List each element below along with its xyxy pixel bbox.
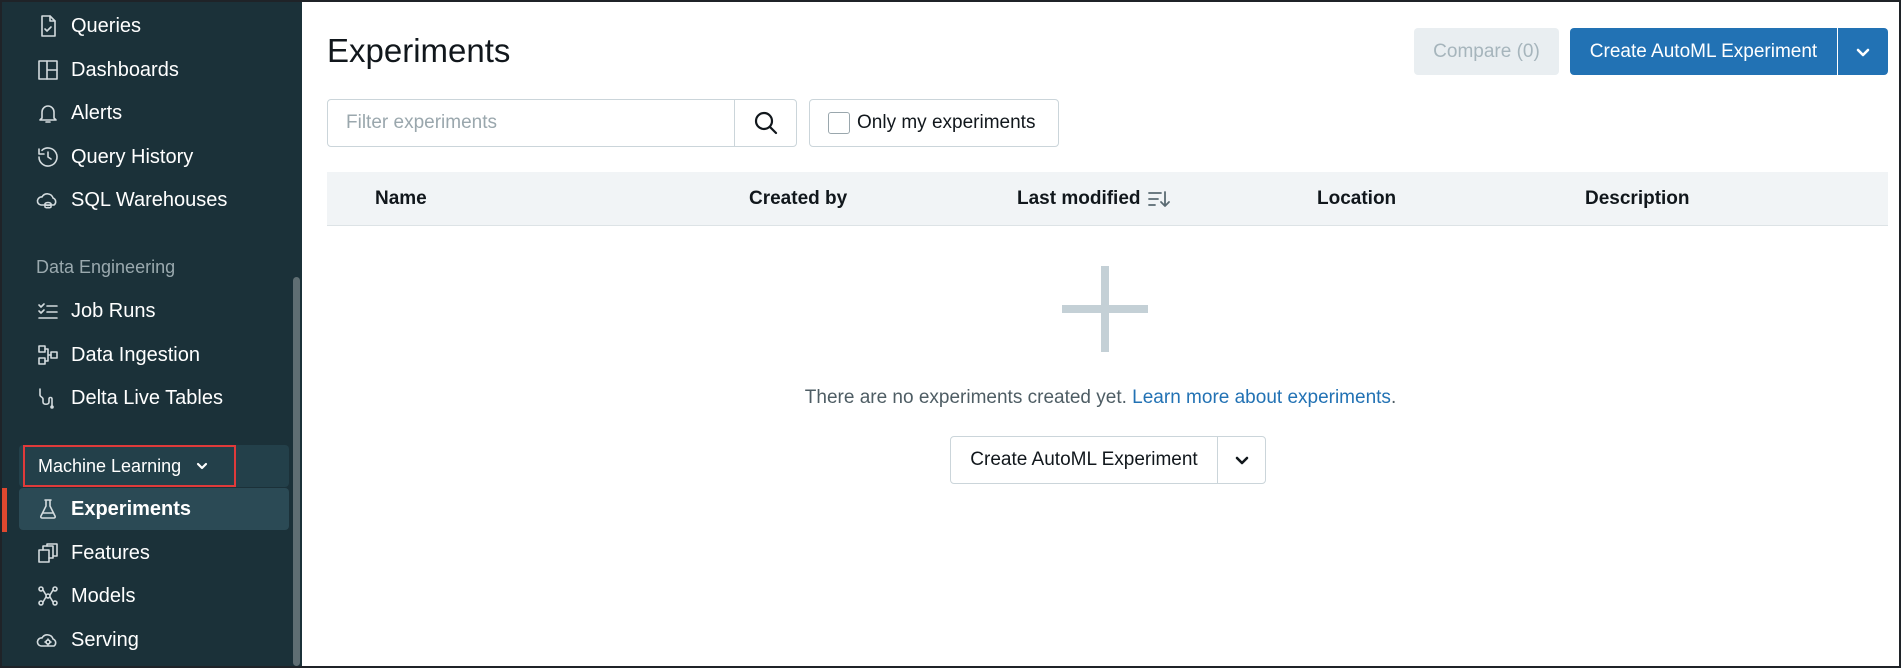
- sidebar-item-label: Experiments: [71, 497, 192, 520]
- dashboards-icon: [35, 57, 61, 83]
- sidebar-item-label: Job Runs: [71, 299, 156, 322]
- sidebar-item-job-runs[interactable]: Job Runs: [19, 290, 289, 332]
- section-header-label: Machine Learning: [38, 455, 182, 476]
- bell-icon: [35, 100, 61, 126]
- sidebar-item-sql-warehouses[interactable]: SQL Warehouses: [19, 179, 289, 221]
- plus-icon: [1062, 266, 1148, 352]
- only-my-experiments-label: Only my experiments: [857, 112, 1036, 133]
- learn-more-period: .: [1390, 387, 1397, 408]
- create-automl-split-button: Create AutoML Experiment: [1570, 28, 1888, 75]
- empty-create-automl-split-button: Create AutoML Experiment: [950, 436, 1266, 484]
- active-marker: [2, 488, 7, 532]
- create-automl-dropdown-button[interactable]: [1838, 28, 1888, 75]
- flask-icon: [35, 496, 61, 522]
- sidebar-item-label: Queries: [71, 14, 142, 37]
- column-header-created-by[interactable]: Created by: [749, 172, 847, 226]
- serving-icon: [35, 627, 61, 653]
- section-header-machine-learning: Machine Learning: [19, 445, 289, 487]
- sidebar-scrollbar[interactable]: [290, 2, 302, 666]
- filter-experiments-input[interactable]: [328, 100, 734, 146]
- page-title: Experiments: [327, 32, 511, 69]
- sort-descending-icon[interactable]: [1147, 188, 1171, 210]
- sidebar-item-label: Alerts: [71, 101, 123, 124]
- job-runs-icon: [35, 298, 61, 324]
- sidebar-item-label: Query History: [71, 145, 194, 168]
- column-header-location[interactable]: Location: [1317, 172, 1396, 226]
- sidebar-scrollbar-thumb[interactable]: [293, 277, 300, 666]
- search-button[interactable]: [734, 100, 796, 146]
- sidebar-item-label: SQL Warehouses: [71, 188, 228, 211]
- learn-more-link[interactable]: Learn more about experiments: [1132, 387, 1391, 408]
- sidebar: Queries Dashboards Alerts Query History …: [2, 2, 302, 666]
- features-icon: [35, 540, 61, 566]
- column-header-label: Last modified: [1017, 188, 1141, 209]
- sidebar-item-queries[interactable]: Queries: [19, 5, 289, 47]
- main-content: Experiments Compare (0) Create AutoML Ex…: [302, 2, 1899, 666]
- models-icon: [35, 583, 61, 609]
- empty-create-automl-button[interactable]: Create AutoML Experiment: [950, 436, 1218, 484]
- sidebar-item-label: Data Ingestion: [71, 343, 200, 366]
- pipeline-icon: [35, 385, 61, 411]
- sidebar-item-delta-live-tables[interactable]: Delta Live Tables: [19, 377, 289, 419]
- warehouse-icon: [35, 187, 61, 213]
- sidebar-item-alerts[interactable]: Alerts: [19, 92, 289, 134]
- machine-learning-toggle[interactable]: Machine Learning: [23, 445, 236, 487]
- data-ingestion-icon: [35, 342, 61, 368]
- empty-state-text: There are no experiments created yet.: [804, 387, 1127, 408]
- sidebar-item-label: Serving: [71, 628, 139, 651]
- sidebar-item-label: Models: [71, 584, 136, 607]
- only-my-experiments-toggle[interactable]: Only my experiments: [809, 99, 1059, 147]
- column-header-last-modified[interactable]: Last modified: [1017, 172, 1171, 226]
- sidebar-item-experiments[interactable]: Experiments: [19, 488, 289, 530]
- history-icon: [35, 144, 61, 170]
- table-header: Name Created by Last modified Location D…: [327, 172, 1888, 226]
- chevron-down-icon: [195, 459, 209, 473]
- sidebar-item-data-ingestion[interactable]: Data Ingestion: [19, 334, 289, 376]
- empty-state-message: There are no experiments created yet. Le…: [302, 387, 1899, 409]
- sidebar-item-label: Delta Live Tables: [71, 386, 223, 409]
- sidebar-item-models[interactable]: Models: [19, 575, 289, 617]
- sidebar-item-serving[interactable]: Serving: [19, 619, 289, 661]
- sidebar-item-label: Features: [71, 541, 150, 564]
- column-header-description[interactable]: Description: [1585, 172, 1690, 226]
- sidebar-item-label: Dashboards: [71, 58, 179, 81]
- empty-create-automl-dropdown-button[interactable]: [1217, 436, 1266, 484]
- only-my-experiments-checkbox[interactable]: [828, 112, 850, 134]
- sidebar-item-dashboards[interactable]: Dashboards: [19, 49, 289, 91]
- sidebar-item-query-history[interactable]: Query History: [19, 136, 289, 178]
- column-header-name[interactable]: Name: [375, 172, 427, 226]
- search-icon: [753, 110, 779, 136]
- sidebar-item-features[interactable]: Features: [19, 532, 289, 574]
- create-automl-button[interactable]: Create AutoML Experiment: [1570, 28, 1837, 75]
- section-label-data-engineering: Data Engineering: [36, 257, 176, 277]
- chevron-down-icon: [1854, 43, 1872, 61]
- queries-icon: [35, 13, 61, 39]
- compare-button[interactable]: Compare (0): [1414, 28, 1559, 75]
- filter-box: [327, 99, 797, 147]
- chevron-down-icon: [1233, 451, 1251, 469]
